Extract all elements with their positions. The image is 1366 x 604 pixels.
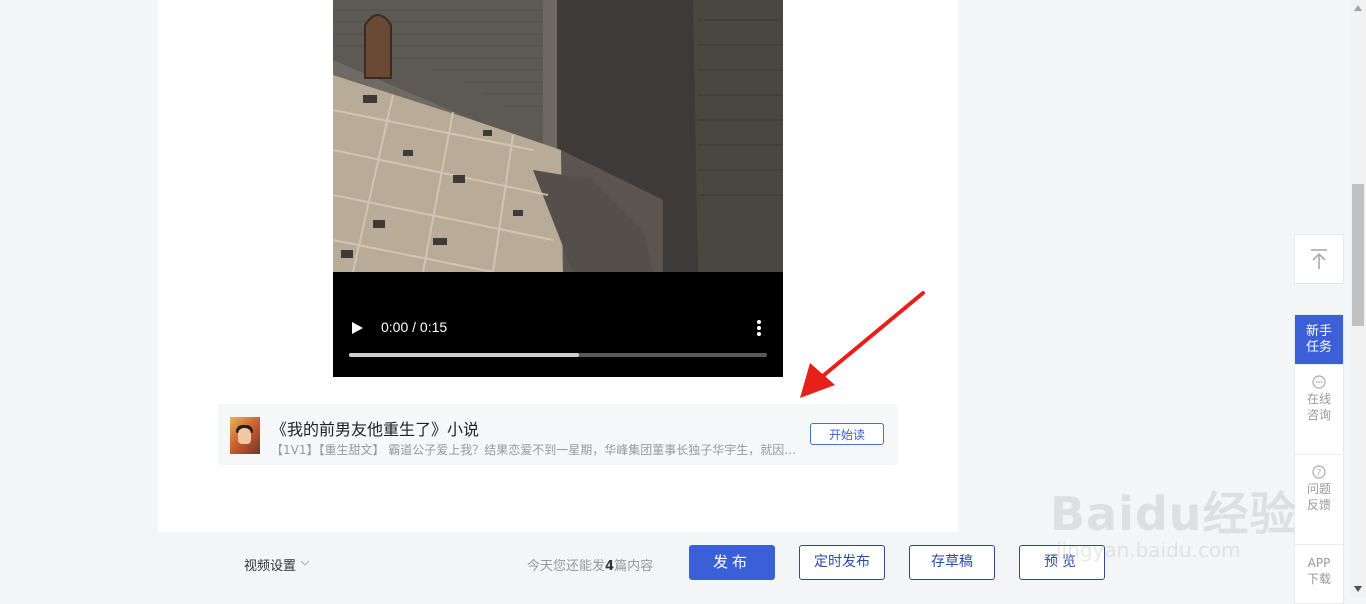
publish-quota-count: 4 <box>605 559 615 574</box>
newbie-task-button[interactable]: 新手 任务 <box>1295 315 1343 365</box>
preview-button[interactable]: 预览 <box>1019 545 1105 580</box>
annotation-arrow-icon <box>800 291 925 398</box>
bottom-action-bar: 视频设置 今天您还能发4篇内容 发布 定时发布 存草稿 预览 <box>0 532 1350 597</box>
arrow-up-icon <box>1311 249 1327 269</box>
svg-text:?: ? <box>1317 469 1322 479</box>
video-progress-fill <box>349 353 579 357</box>
question-circle-icon: ? <box>1312 465 1326 479</box>
scrollbar-thumb[interactable] <box>1352 184 1364 326</box>
video-settings-dropdown[interactable]: 视频设置 <box>244 555 296 574</box>
feedback-button[interactable]: ? 问题 反馈 <box>1295 465 1343 545</box>
online-consult-button[interactable]: 在线 咨询 <box>1295 375 1343 455</box>
novel-cover-image <box>230 417 260 454</box>
scroll-up-arrow-icon[interactable] <box>1354 5 1362 11</box>
right-float-panel: 新手 任务 在线 咨询 ? 问题 反馈 APP 下载 <box>1294 314 1344 604</box>
back-to-top-button[interactable] <box>1294 234 1344 284</box>
more-vertical-icon[interactable] <box>753 319 765 337</box>
video-player[interactable]: 0:00 / 0:15 <box>333 0 783 377</box>
app-download-button[interactable]: APP 下载 <box>1295 545 1343 603</box>
video-frame <box>333 0 783 272</box>
chevron-down-icon[interactable] <box>300 559 310 567</box>
novel-card[interactable]: 《我的前男友他重生了》小说 【1V1】【重生甜文】 霸道公子爱上我？结果恋爱不到… <box>218 404 898 465</box>
publish-button[interactable]: 发布 <box>689 545 775 580</box>
play-icon[interactable] <box>350 321 364 335</box>
start-reading-button[interactable]: 开始读 <box>810 423 884 445</box>
page-scrollbar[interactable] <box>1350 0 1366 597</box>
video-controls: 0:00 / 0:15 <box>333 272 783 377</box>
video-progress-bar[interactable] <box>349 353 767 357</box>
publish-quota-text: 今天您还能发4篇内容 <box>527 559 654 574</box>
novel-description: 【1V1】【重生甜文】 霸道公子爱上我？结果恋爱不到一星期，华峰集团董事长独子华… <box>271 443 797 457</box>
schedule-publish-button[interactable]: 定时发布 <box>799 545 885 580</box>
scroll-down-arrow-icon[interactable] <box>1354 586 1362 592</box>
video-time: 0:00 / 0:15 <box>381 319 448 335</box>
chat-bubble-icon <box>1312 375 1326 389</box>
save-draft-button[interactable]: 存草稿 <box>909 545 995 580</box>
novel-title[interactable]: 《我的前男友他重生了》小说 <box>271 416 479 440</box>
